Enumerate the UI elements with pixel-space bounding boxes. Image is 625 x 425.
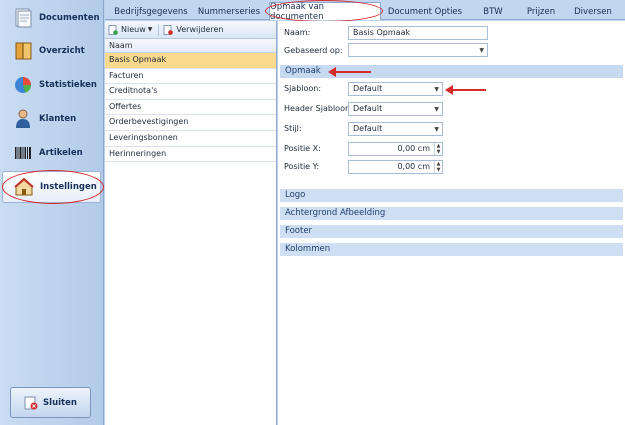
sidebar: Documenten Overzicht Statistieken Klante… bbox=[0, 0, 104, 425]
list-toolbar: Nieuw ▼ Verwijderen bbox=[105, 21, 276, 39]
overview-icon bbox=[15, 42, 32, 60]
list-item[interactable]: Basis Opmaak bbox=[105, 53, 276, 69]
tab-label: Opmaak van documenten bbox=[270, 1, 325, 22]
tab-opmaak-van-documenten[interactable]: Opmaak van documenten bbox=[269, 1, 381, 22]
section-label: Footer bbox=[285, 226, 313, 236]
list-item[interactable]: Offertes bbox=[105, 100, 276, 116]
tab-label: Nummerseries bbox=[197, 6, 261, 17]
tab-bedrijfsgegevens[interactable]: Bedrijfsgegevens bbox=[111, 3, 191, 20]
positie-y-stepper[interactable]: 0,00 cm ▲ ▼ bbox=[348, 160, 443, 174]
sidebar-item-documenten[interactable]: Documenten bbox=[2, 2, 101, 34]
name-input[interactable]: Basis Opmaak bbox=[348, 26, 488, 40]
tab-bar: Bedrijfsgegevens Nummerseries Opmaak van… bbox=[105, 0, 625, 22]
sidebar-item-statistieken[interactable]: Statistieken bbox=[2, 69, 101, 101]
chevron-down-icon: ▼ bbox=[479, 47, 484, 54]
based-on-label: Gebaseerd op: bbox=[284, 46, 343, 55]
delete-button-label: Verwijderen bbox=[176, 25, 224, 34]
header-sjabloon-value: Default bbox=[353, 104, 383, 113]
name-label: Naam: bbox=[284, 28, 311, 37]
list-item[interactable]: Leveringsbonnen bbox=[105, 131, 276, 147]
positie-x-stepper[interactable]: 0,00 cm ▲ ▼ bbox=[348, 142, 443, 156]
section-label: Logo bbox=[285, 190, 306, 200]
list-item[interactable]: Orderbevestigingen bbox=[105, 115, 276, 131]
spin-arrows-icon[interactable]: ▲ ▼ bbox=[434, 161, 442, 173]
tab-document-opties[interactable]: Document Opties bbox=[385, 3, 465, 20]
list-item[interactable]: Facturen bbox=[105, 69, 276, 85]
section-kolommen[interactable]: Kolommen bbox=[280, 243, 623, 256]
layout-form: Naam: Basis Opmaak Gebaseerd op: ▼ Opmaa… bbox=[278, 21, 625, 425]
tab-nummerseries[interactable]: Nummerseries bbox=[193, 3, 265, 20]
tab-label: Bedrijfsgegevens bbox=[114, 6, 188, 17]
barcode-icon bbox=[15, 147, 31, 159]
chevron-down-icon: ▼ bbox=[434, 126, 439, 133]
sidebar-item-label: Instellingen bbox=[40, 182, 97, 192]
section-label: Kolommen bbox=[285, 244, 331, 254]
tab-label: Diversen bbox=[574, 6, 612, 17]
chevron-down-icon: ▼ bbox=[147, 26, 153, 33]
sidebar-item-instellingen[interactable]: Instellingen bbox=[2, 171, 101, 203]
sjabloon-select[interactable]: Default ▼ bbox=[348, 82, 443, 96]
new-document-icon bbox=[108, 24, 118, 35]
section-footer[interactable]: Footer bbox=[280, 225, 623, 238]
stijl-label: Stijl: bbox=[284, 124, 302, 133]
based-on-select[interactable]: ▼ bbox=[348, 43, 488, 57]
section-logo[interactable]: Logo bbox=[280, 189, 623, 202]
template-list-panel: Nieuw ▼ Verwijderen Naam Basis Opmaak Fa… bbox=[105, 21, 277, 425]
tab-diversen[interactable]: Diversen bbox=[568, 3, 618, 20]
list-item[interactable]: Herinneringen bbox=[105, 147, 276, 163]
documents-icon bbox=[15, 8, 32, 28]
statistics-icon bbox=[15, 77, 31, 93]
stijl-select[interactable]: Default ▼ bbox=[348, 122, 443, 136]
positie-y-value: 0,00 cm bbox=[397, 162, 430, 171]
sjabloon-label: Sjabloon: bbox=[284, 84, 322, 93]
delete-icon bbox=[163, 24, 174, 35]
header-sjabloon-label: Header Sjabloon: bbox=[284, 104, 353, 113]
toolbar-separator bbox=[158, 23, 160, 36]
sidebar-item-label: Overzicht bbox=[39, 46, 85, 56]
sidebar-item-klanten[interactable]: Klanten bbox=[2, 103, 101, 135]
sidebar-item-overzicht[interactable]: Overzicht bbox=[2, 35, 101, 67]
customers-icon bbox=[16, 109, 30, 128]
tab-label: Prijzen bbox=[526, 6, 556, 17]
chevron-down-icon: ▼ bbox=[434, 106, 439, 113]
section-achtergrond-afbeelding[interactable]: Achtergrond Afbeelding bbox=[280, 207, 623, 220]
sjabloon-value: Default bbox=[353, 84, 383, 93]
positie-x-label: Positie X: bbox=[284, 144, 321, 153]
sidebar-item-label: Statistieken bbox=[39, 80, 97, 90]
new-button-label: Nieuw bbox=[121, 25, 146, 34]
sidebar-item-label: Documenten bbox=[39, 13, 100, 23]
sidebar-item-artikelen[interactable]: Artikelen bbox=[2, 137, 101, 169]
exit-icon bbox=[24, 396, 38, 409]
sidebar-item-label: Klanten bbox=[39, 114, 77, 124]
section-label: Achtergrond Afbeelding bbox=[285, 208, 386, 218]
tab-prijzen[interactable]: Prijzen bbox=[518, 3, 564, 20]
spin-arrows-icon[interactable]: ▲ ▼ bbox=[434, 143, 442, 155]
sidebar-item-label: Artikelen bbox=[39, 148, 83, 158]
close-button[interactable]: Sluiten bbox=[10, 387, 91, 418]
tab-label: Document Opties bbox=[387, 6, 463, 17]
close-button-label: Sluiten bbox=[43, 397, 77, 408]
positie-x-value: 0,00 cm bbox=[397, 144, 430, 153]
section-opmaak[interactable]: Opmaak bbox=[280, 65, 623, 78]
list-item[interactable]: Creditnota's bbox=[105, 84, 276, 100]
tab-btw[interactable]: BTW bbox=[475, 3, 511, 20]
positie-y-label: Positie Y: bbox=[284, 162, 320, 171]
delete-button[interactable]: Verwijderen bbox=[163, 24, 224, 35]
stijl-value: Default bbox=[353, 124, 383, 133]
header-sjabloon-select[interactable]: Default ▼ bbox=[348, 102, 443, 116]
settings-icon bbox=[14, 177, 34, 196]
section-label: Opmaak bbox=[285, 66, 321, 76]
tab-label: BTW bbox=[483, 6, 503, 17]
list-column-header[interactable]: Naam bbox=[105, 39, 276, 53]
new-button[interactable]: Nieuw ▼ bbox=[108, 24, 153, 35]
chevron-down-icon: ▼ bbox=[434, 86, 439, 93]
